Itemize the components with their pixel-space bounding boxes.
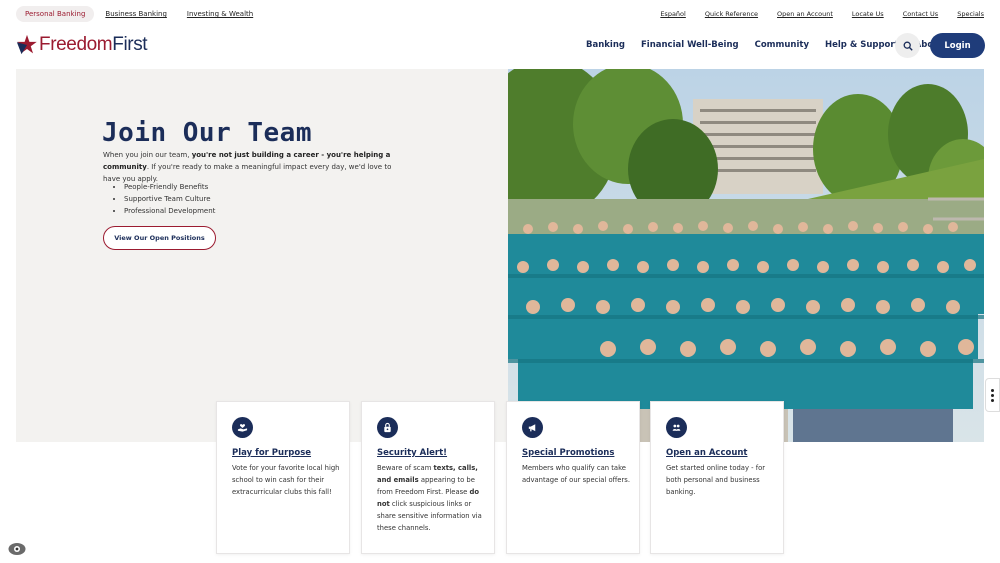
card-title-link[interactable]: Open an Account: [666, 448, 748, 458]
card-title-link[interactable]: Play for Purpose: [232, 448, 311, 458]
card-play-for-purpose: Play for Purpose Vote for your favorite …: [216, 401, 350, 554]
card-body: Beware of scam texts, calls, and emails …: [377, 462, 485, 534]
nav-community[interactable]: Community: [755, 40, 809, 50]
utility-links: Español Quick Reference Open an Account …: [641, 10, 984, 18]
hero-description: When you join our team, you're not just …: [103, 149, 403, 185]
side-menu-handle[interactable]: [985, 378, 1000, 412]
star-logo-icon: [16, 34, 37, 55]
tab-investing-wealth[interactable]: Investing & Wealth: [178, 6, 262, 22]
list-item: Professional Development: [124, 205, 215, 217]
link-contact-us[interactable]: Contact Us: [903, 10, 939, 18]
card-title-link[interactable]: Security Alert!: [377, 448, 447, 458]
nav-financial-well-being[interactable]: Financial Well-Being: [641, 40, 739, 50]
card-open-account: Open an Account Get started online today…: [650, 401, 784, 554]
link-quick-reference[interactable]: Quick Reference: [705, 10, 758, 18]
accessibility-eye-icon[interactable]: [8, 542, 26, 556]
hero-text-part1: When you join our team,: [103, 151, 192, 159]
list-item: Supportive Team Culture: [124, 193, 215, 205]
link-specials[interactable]: Specials: [957, 10, 984, 18]
card-body: Members who qualify can take advantage o…: [522, 464, 630, 484]
card-body: Get started online today - for both pers…: [666, 464, 766, 496]
card-body-part: click suspicious links or share sensitiv…: [377, 500, 482, 532]
card-security-alert: Security Alert! Beware of scam texts, ca…: [361, 401, 495, 554]
search-button[interactable]: [895, 33, 920, 58]
link-locate-us[interactable]: Locate Us: [852, 10, 884, 18]
search-icon: [903, 41, 913, 51]
link-open-account[interactable]: Open an Account: [777, 10, 833, 18]
logo-text-first: First: [112, 34, 148, 55]
login-button[interactable]: Login: [930, 33, 985, 58]
main-header: FreedomFirst Banking Financial Well-Bein…: [0, 30, 1000, 62]
dot-icon: [991, 393, 994, 397]
view-open-positions-button[interactable]: View Our Open Positions: [103, 226, 216, 250]
card-title-link[interactable]: Special Promotions: [522, 448, 614, 458]
link-espanol[interactable]: Español: [660, 10, 686, 18]
dot-icon: [991, 388, 994, 392]
nav-help-support[interactable]: Help & Support: [825, 40, 899, 50]
tab-business-banking[interactable]: Business Banking: [96, 6, 176, 22]
card-body-part: Beware of scam: [377, 464, 434, 472]
account-icon: [666, 417, 687, 438]
nav-banking[interactable]: Banking: [586, 40, 625, 50]
card-special-promotions: Special Promotions Members who qualify c…: [506, 401, 640, 554]
tab-personal-banking[interactable]: Personal Banking: [16, 6, 95, 22]
logo-wordmark: FreedomFirst: [39, 34, 148, 56]
page-title: Join Our Team: [102, 118, 312, 148]
freedom-first-logo[interactable]: FreedomFirst: [16, 34, 148, 56]
megaphone-icon: [522, 417, 543, 438]
segment-tabs: Personal Banking Business Banking Invest…: [16, 6, 264, 22]
utility-bar: Personal Banking Business Banking Invest…: [0, 0, 1000, 28]
lock-icon: [377, 417, 398, 438]
hand-heart-icon: [232, 417, 253, 438]
hero-text-part2: . If you're ready to make a meaningful i…: [103, 163, 392, 183]
logo-text-freedom: Freedom: [39, 34, 113, 55]
benefits-list: People-Friendly Benefits Supportive Team…: [124, 181, 215, 217]
card-body: Vote for your favorite local high school…: [232, 464, 340, 496]
dot-icon: [991, 398, 994, 402]
team-photo: [508, 69, 984, 442]
list-item: People-Friendly Benefits: [124, 181, 215, 193]
